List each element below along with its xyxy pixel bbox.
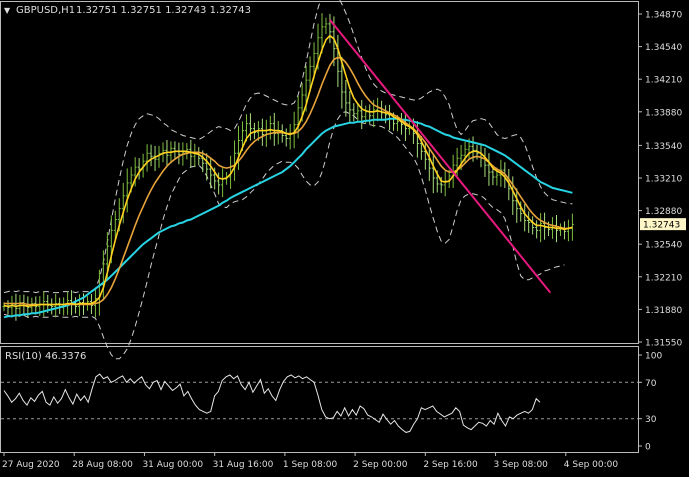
price-bar xyxy=(427,148,431,181)
price-bar xyxy=(344,80,348,117)
ma-long-line xyxy=(3,117,573,319)
price-bar xyxy=(566,219,570,242)
rsi-tick-label: 0 xyxy=(645,443,651,453)
time-tick-label: 3 Sep 08:00 xyxy=(494,460,549,470)
price-tick-label: 1.33210 xyxy=(645,175,682,185)
price-bar xyxy=(149,144,153,167)
price-bar xyxy=(324,17,328,34)
price-bar xyxy=(165,139,169,168)
price-bar xyxy=(348,90,352,124)
rsi-axis: 100 70 30 0 xyxy=(638,352,662,453)
sma-slow-line xyxy=(4,56,573,306)
price-tick-label: 1.34210 xyxy=(645,76,682,86)
price-bar xyxy=(205,153,209,181)
chart-window: 1.34870 1.34540 1.34210 1.33880 1.33540 1.332… xyxy=(0,0,689,473)
price-axis: 1.34870 1.34540 1.34210 1.33880 1.33540 1.332… xyxy=(638,11,686,349)
symbol-label: GBPUSD,H1 xyxy=(16,5,75,16)
price-bar xyxy=(558,223,562,237)
time-tick-label: 2 Sep 00:00 xyxy=(353,460,408,470)
price-bar xyxy=(248,113,252,141)
price-bar xyxy=(197,147,201,166)
price-bar xyxy=(272,112,276,146)
price-bar xyxy=(562,221,566,240)
price-bar xyxy=(97,269,101,316)
price-bar xyxy=(221,168,225,198)
price-bar xyxy=(483,147,487,178)
price-bar xyxy=(487,153,491,186)
price-bar xyxy=(189,139,193,168)
price-bar xyxy=(173,141,177,160)
time-tick-label: 27 Aug 2020 xyxy=(2,460,60,470)
triangle-down-icon[interactable]: ▼ xyxy=(4,6,11,15)
price-bar xyxy=(443,171,447,197)
price-bar xyxy=(431,154,435,194)
time-tick-label: 2 Sep 16:00 xyxy=(423,460,478,470)
price-bar xyxy=(264,119,268,147)
price-tick-label: 1.34540 xyxy=(645,43,682,53)
price-bar xyxy=(288,123,292,150)
band-lower-line xyxy=(3,111,565,360)
price-bar xyxy=(233,140,237,181)
time-tick-label: 31 Aug 00:00 xyxy=(142,460,203,470)
current-price-label: 1.32743 xyxy=(643,221,680,231)
rsi-tick-label: 30 xyxy=(645,415,657,425)
price-tick-label: 1.31880 xyxy=(645,306,682,316)
price-bar xyxy=(388,104,392,131)
price-tick-label: 1.34870 xyxy=(645,11,682,21)
price-bar xyxy=(360,100,364,130)
price-bar xyxy=(527,211,531,233)
price-bar xyxy=(6,300,10,315)
price-bar xyxy=(376,97,380,122)
price-bar xyxy=(101,250,105,301)
rsi-title: RSI(10) 46.3376 xyxy=(5,351,86,362)
price-tick-label: 1.32210 xyxy=(645,273,682,283)
time-tick-label: 28 Aug 08:00 xyxy=(72,460,133,470)
price-bar xyxy=(137,158,141,180)
price-bar xyxy=(535,220,539,239)
price-bar xyxy=(50,298,54,315)
chart-svg: 1.34870 1.34540 1.34210 1.33880 1.33540 1.332… xyxy=(0,0,686,470)
price-tick-label: 1.32880 xyxy=(645,207,682,217)
rsi-tick-label: 70 xyxy=(645,379,657,389)
price-bar xyxy=(145,144,149,172)
time-tick-label: 31 Aug 16:00 xyxy=(213,460,274,470)
time-tick-label: 1 Sep 08:00 xyxy=(283,460,338,470)
price-bar xyxy=(268,115,272,140)
price-bar xyxy=(539,213,543,243)
price-bar xyxy=(336,34,340,87)
rsi-lines xyxy=(1,373,638,433)
trendline-layer xyxy=(329,19,552,294)
rsi-line xyxy=(3,373,541,433)
sma-fast-line xyxy=(3,34,573,308)
price-bar xyxy=(177,142,181,165)
price-pane-frame xyxy=(0,1,639,344)
price-bar xyxy=(74,297,78,314)
price-bar xyxy=(352,103,356,122)
price-tick-label: 1.32540 xyxy=(645,241,682,251)
price-bar xyxy=(260,118,264,146)
price-tick-label: 1.33880 xyxy=(645,108,682,118)
price-bar xyxy=(403,113,407,141)
trendline xyxy=(329,19,552,294)
price-bar xyxy=(54,293,58,318)
price-bar xyxy=(531,216,535,235)
price-bar xyxy=(399,112,403,135)
price-bar xyxy=(284,128,288,147)
time-axis: 27 Aug 2020 28 Aug 08:00 31 Aug 00:00 31 Au… xyxy=(2,452,618,470)
price-bar xyxy=(125,168,129,213)
moving-averages xyxy=(3,34,573,319)
price-bar xyxy=(157,145,161,168)
rsi-tick-label: 100 xyxy=(645,352,662,362)
ohlc-label: 1.32751 1.32751 1.32743 1.32743 xyxy=(76,5,251,16)
price-bar xyxy=(10,295,14,318)
price-bar xyxy=(328,13,332,44)
price-bar xyxy=(193,143,197,168)
price-tick-label: 1.33540 xyxy=(645,142,682,152)
price-bar xyxy=(58,297,62,315)
price-bar xyxy=(523,204,527,232)
price-tick-label: 1.31550 xyxy=(645,339,682,349)
time-tick-label: 4 Sep 00:00 xyxy=(564,460,619,470)
